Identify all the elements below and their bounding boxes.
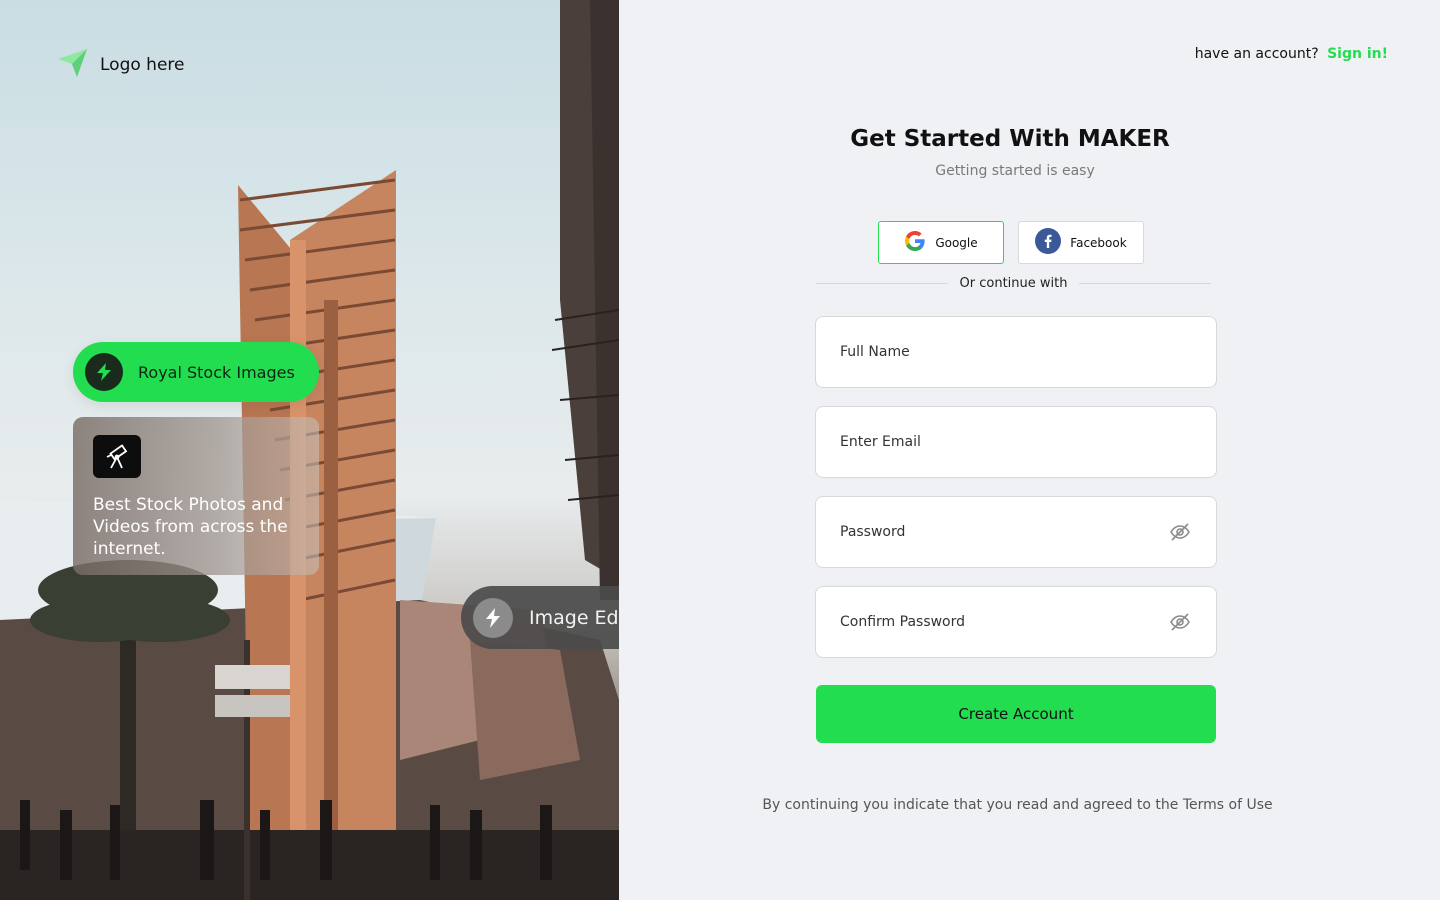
eye-slash-icon[interactable] (1168, 610, 1192, 634)
facebook-icon (1035, 228, 1062, 257)
password-input[interactable] (840, 524, 1168, 540)
create-account-button[interactable]: Create Account (816, 685, 1216, 743)
card-text: Best Stock Photos and Videos from across… (93, 495, 288, 559)
divider: Or continue with (816, 276, 1212, 291)
full-name-field (815, 316, 1217, 388)
facebook-label: Facebook (1070, 235, 1127, 250)
lightning-icon (85, 353, 123, 391)
royal-stock-images-badge: Royal Stock Images (73, 342, 319, 402)
password-field (815, 496, 1217, 568)
email-field (815, 406, 1217, 478)
divider-line (816, 283, 948, 284)
email-input[interactable] (840, 434, 1192, 450)
paper-plane-icon (57, 47, 88, 82)
confirm-password-input[interactable] (840, 614, 1168, 630)
hero-image-panel: Logo here Royal Stock Images Best Stock … (0, 0, 619, 900)
logo-text: Logo here (100, 54, 185, 75)
divider-text: Or continue with (959, 276, 1068, 291)
stock-photos-card: Best Stock Photos and Videos from across… (73, 417, 319, 575)
eye-slash-icon[interactable] (1168, 520, 1192, 544)
google-signin-button[interactable]: Google (878, 221, 1004, 264)
facebook-signin-button[interactable]: Facebook (1018, 221, 1144, 264)
image-editor-badge: Image Editor (461, 586, 619, 649)
google-label: Google (935, 235, 978, 250)
lightning-icon (473, 597, 513, 638)
divider-line (1079, 283, 1212, 284)
page-title: Get Started With MAKER (850, 126, 1170, 152)
signin-prompt-text: have an account? (1194, 46, 1319, 62)
telescope-icon (93, 435, 141, 478)
google-icon (904, 230, 926, 255)
full-name-input[interactable] (840, 344, 1192, 360)
badge-label: Image Editor (529, 606, 619, 629)
signin-prompt: have an account? Sign in! (1195, 46, 1388, 62)
page-subtitle: Getting started is easy (935, 163, 1095, 179)
badge-label: Royal Stock Images (138, 362, 295, 382)
terms-text: By continuing you indicate that you read… (762, 797, 1273, 813)
logo[interactable]: Logo here (57, 47, 184, 82)
confirm-password-field (815, 586, 1217, 658)
signin-link[interactable]: Sign in! (1327, 46, 1388, 62)
